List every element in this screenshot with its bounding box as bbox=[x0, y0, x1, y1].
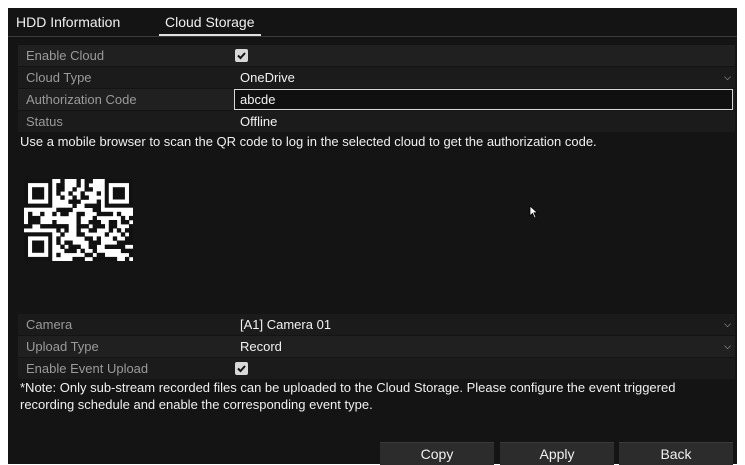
enable-event-upload-checkbox[interactable] bbox=[235, 362, 248, 375]
enable-cloud-checkbox[interactable] bbox=[235, 49, 248, 62]
chevron-down-icon[interactable]: ⌵ bbox=[724, 67, 731, 88]
enable-event-upload-label: Enable Event Upload bbox=[26, 361, 149, 376]
enable-cloud-label: Enable Cloud bbox=[26, 48, 105, 63]
chevron-down-icon[interactable]: ⌵ bbox=[724, 336, 731, 357]
authorization-code-label: Authorization Code bbox=[26, 92, 137, 107]
camera-value[interactable]: [A1] Camera 01 bbox=[240, 314, 331, 335]
authorization-code-input[interactable]: abcde bbox=[234, 89, 733, 110]
chevron-down-icon[interactable]: ⌵ bbox=[724, 314, 731, 335]
check-icon bbox=[237, 365, 246, 373]
copy-button[interactable]: Copy bbox=[380, 442, 494, 465]
authorization-code-row: Authorization Code abcde bbox=[18, 89, 735, 110]
qr-code bbox=[24, 179, 134, 262]
tab-divider bbox=[8, 36, 737, 37]
tab-bar: HDD Information Cloud Storage bbox=[8, 8, 737, 37]
mouse-pointer-icon bbox=[529, 205, 539, 219]
enable-cloud-row: Enable Cloud bbox=[18, 45, 735, 66]
upload-note: *Note: Only sub-stream recorded files ca… bbox=[20, 380, 676, 412]
camera-label: Camera bbox=[26, 317, 73, 332]
check-icon bbox=[237, 52, 246, 60]
enable-event-upload-row: Enable Event Upload bbox=[18, 358, 735, 379]
cloud-type-row[interactable]: Cloud Type OneDrive ⌵ bbox=[18, 67, 735, 88]
upload-type-row[interactable]: Upload Type Record ⌵ bbox=[18, 336, 735, 357]
apply-button[interactable]: Apply bbox=[500, 442, 614, 465]
authorization-code-value: abcde bbox=[240, 92, 276, 107]
status-row: Status Offline bbox=[18, 111, 735, 132]
back-button[interactable]: Back bbox=[619, 442, 733, 465]
qr-instructions: Use a mobile browser to scan the QR code… bbox=[20, 134, 597, 149]
upload-type-value[interactable]: Record bbox=[240, 336, 282, 357]
upload-type-label: Upload Type bbox=[26, 339, 99, 354]
cloud-type-value[interactable]: OneDrive bbox=[240, 67, 295, 88]
cloud-type-label: Cloud Type bbox=[26, 70, 92, 85]
status-value: Offline bbox=[240, 114, 278, 129]
camera-row[interactable]: Camera [A1] Camera 01 ⌵ bbox=[18, 314, 735, 335]
cloud-storage-panel: HDD Information Cloud Storage Enable Clo… bbox=[8, 8, 737, 465]
status-label: Status bbox=[26, 114, 63, 129]
tab-cloud-storage[interactable]: Cloud Storage bbox=[159, 8, 261, 36]
tab-hdd-information[interactable]: HDD Information bbox=[16, 8, 120, 34]
